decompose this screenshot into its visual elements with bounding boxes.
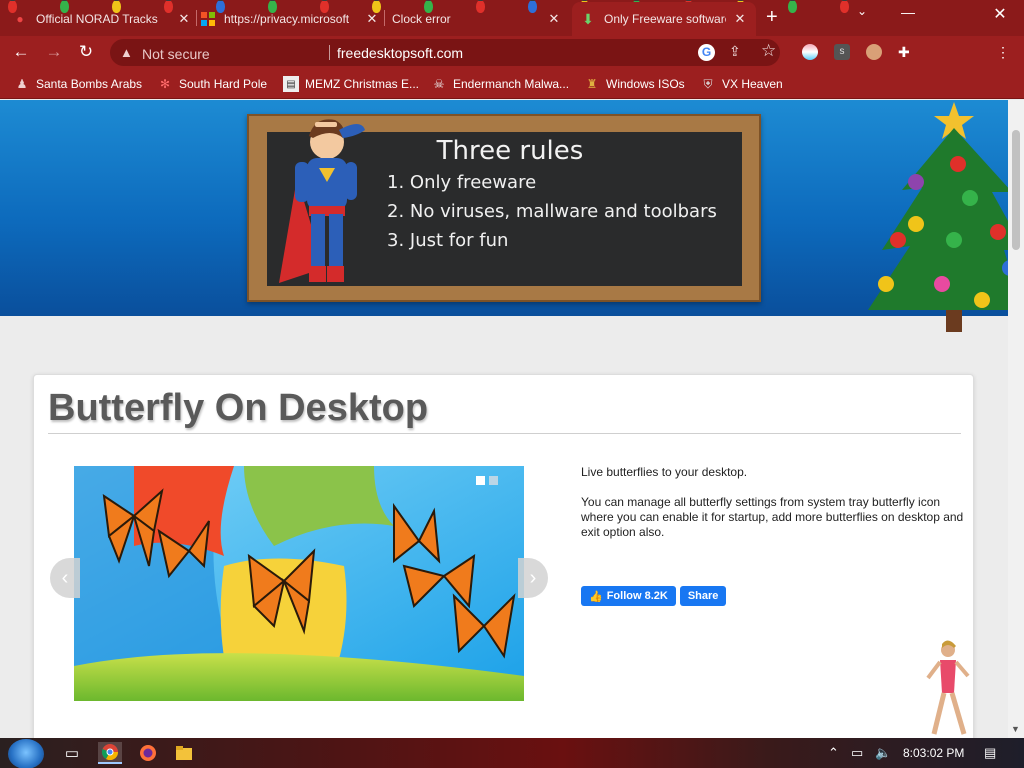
- scrollbar-thumb[interactable]: [1012, 130, 1020, 250]
- security-status-label[interactable]: Not secure: [142, 46, 210, 62]
- show-hidden-icons-chevron-icon[interactable]: ⌃: [828, 745, 839, 761]
- facebook-share-button[interactable]: Share: [679, 586, 727, 606]
- tab-microsoft-privacy[interactable]: https://privacy.microsoft ✕: [200, 6, 380, 32]
- slider-dot[interactable]: [489, 476, 498, 485]
- site-banner: Three rules 1. Only freeware 2. No virus…: [0, 100, 1008, 316]
- close-tab-icon[interactable]: ✕: [364, 11, 380, 27]
- reload-button[interactable]: ↻: [75, 42, 97, 62]
- close-tab-icon[interactable]: ✕: [176, 11, 192, 27]
- butterfly-screenshot-image: [74, 466, 524, 701]
- tab-clock-error[interactable]: Clock error ✕: [392, 6, 562, 32]
- windows-taskbar: ▭ ⌃ ▭ 🔈 8:03:02 PM ▤: [0, 738, 1024, 768]
- bookmark-label: South Hard Pole: [179, 77, 268, 91]
- tab-norad[interactable]: ● Official NORAD Tracks ✕: [12, 6, 192, 32]
- facebook-buttons: 👍 Follow 8.2K Share: [581, 586, 727, 606]
- share-icon[interactable]: ⇪: [729, 43, 741, 60]
- screenshot-slider[interactable]: [74, 466, 524, 701]
- slider-prev-arrow[interactable]: ‹: [50, 558, 80, 598]
- clock[interactable]: 8:03:02 PM: [903, 746, 964, 760]
- bookmark-label: MEMZ Christmas E...: [305, 77, 420, 91]
- bookmark-windows-isos[interactable]: ♜ Windows ISOs: [584, 76, 685, 92]
- follow-label: Follow 8.2K: [606, 590, 668, 602]
- bookmark-star-icon[interactable]: ☆: [761, 41, 776, 61]
- bookmark-vx-heaven[interactable]: ⛨ VX Heaven: [700, 76, 783, 92]
- tab-only-freeware[interactable]: ⬇ Only Freeware software ✕: [572, 2, 756, 36]
- rule-item: 3. Just for fun: [387, 230, 509, 251]
- close-tab-icon[interactable]: ✕: [546, 11, 562, 27]
- minimize-button[interactable]: —: [888, 4, 928, 20]
- description-paragraph: You can manage all butterfly settings fr…: [581, 495, 964, 539]
- extensions-puzzle-icon[interactable]: ✚: [898, 44, 914, 60]
- microsoft-icon: [200, 11, 216, 27]
- ornament-icon: ●: [16, 12, 24, 26]
- download-arrow-icon: ⬇: [582, 10, 594, 27]
- extension-flag-icon[interactable]: [802, 44, 818, 60]
- article-title: Butterfly On Desktop: [48, 387, 429, 429]
- description-paragraph: Live butterflies to your desktop.: [581, 465, 748, 479]
- shield-icon: ⛨: [703, 76, 713, 91]
- web-page: Three rules 1. Only freeware 2. No virus…: [0, 100, 1008, 738]
- scroll-down-icon[interactable]: ▼: [1011, 724, 1020, 734]
- new-tab-button[interactable]: +: [766, 6, 778, 28]
- browser-tab-strip: ● Official NORAD Tracks ✕ https://privac…: [0, 0, 1024, 36]
- share-label: Share: [687, 590, 719, 602]
- forward-button[interactable]: →: [43, 42, 65, 62]
- tab-title: Only Freeware software: [604, 12, 726, 26]
- firefox-taskbar-icon[interactable]: [136, 742, 160, 764]
- bookmark-endermanch-malware[interactable]: ☠ Endermanch Malwa...: [431, 76, 569, 92]
- start-button[interactable]: [8, 739, 44, 768]
- warning-icon[interactable]: ▲: [120, 45, 133, 60]
- facebook-follow-button[interactable]: 👍 Follow 8.2K: [581, 586, 676, 606]
- page-scrollbar[interactable]: ▼: [1008, 100, 1024, 738]
- page-icon: ▤: [283, 76, 299, 92]
- extension-s-icon[interactable]: s: [834, 44, 850, 60]
- volume-icon[interactable]: 🔈: [875, 745, 891, 761]
- superhero-mascot: [279, 119, 365, 283]
- bookmark-label: Windows ISOs: [606, 77, 685, 91]
- slider-next-arrow[interactable]: ›: [518, 558, 548, 598]
- bookmark-label: Endermanch Malwa...: [453, 77, 570, 91]
- tab-search-button[interactable]: ⌄: [842, 4, 882, 18]
- rule-item: 2. No viruses, mallware and toolbars: [387, 201, 717, 222]
- bookmark-label: VX Heaven: [722, 77, 783, 91]
- browser-toolbar: ← → ↻ ▲ Not secure freedesktopsoft.com G…: [0, 36, 1024, 68]
- network-icon[interactable]: ▭: [851, 745, 863, 761]
- file-explorer-icon[interactable]: [172, 742, 196, 764]
- bookmark-santa-bombs-arabs[interactable]: ♟ Santa Bombs Arabs: [14, 76, 142, 92]
- task-view-icon[interactable]: ▭: [60, 742, 84, 764]
- tab-title: https://privacy.microsoft: [224, 12, 350, 26]
- snowflake-icon: ✻: [159, 77, 171, 91]
- thumbs-up-icon: 👍: [589, 590, 603, 603]
- chrome-taskbar-icon[interactable]: [98, 742, 122, 764]
- bookmark-south-hard-pole[interactable]: ✻ South Hard Pole: [157, 76, 267, 92]
- close-window-button[interactable]: ✕: [980, 4, 1020, 24]
- back-button[interactable]: ←: [10, 42, 32, 62]
- close-tab-icon[interactable]: ✕: [732, 11, 748, 27]
- rule-item: 1. Only freeware: [387, 172, 537, 193]
- address-bar[interactable]: ▲ Not secure freedesktopsoft.com G ⇪ ☆: [110, 39, 780, 66]
- chalkboard: Three rules 1. Only freeware 2. No virus…: [247, 114, 761, 302]
- skull-icon: ☠: [433, 77, 445, 91]
- slider-dot-active[interactable]: [476, 476, 485, 485]
- dancer-figure-decoration: [926, 640, 970, 735]
- article-card: Butterfly On Desktop ‹ › Live butterflie…: [33, 374, 974, 738]
- google-icon[interactable]: G: [698, 44, 715, 61]
- action-center-icon[interactable]: ▤: [984, 745, 996, 761]
- christmas-tree-decoration: [868, 102, 1008, 332]
- tab-title: Clock error: [392, 12, 451, 26]
- menu-kebab-icon[interactable]: ⋮: [996, 44, 1012, 60]
- bookmark-memz-christmas[interactable]: ▤ MEMZ Christmas E...: [283, 76, 419, 92]
- bookmarks-bar: ♟ Santa Bombs Arabs ✻ South Hard Pole ▤ …: [0, 68, 1024, 99]
- profile-avatar-icon[interactable]: [866, 44, 882, 60]
- tab-title: Official NORAD Tracks: [36, 12, 158, 26]
- bookmark-label: Santa Bombs Arabs: [36, 77, 143, 91]
- article-description: Live butterflies to your desktop. You ca…: [581, 465, 966, 555]
- figure-icon: ♜: [586, 77, 598, 91]
- santa-icon: ♟: [16, 77, 28, 91]
- url-text[interactable]: freedesktopsoft.com: [337, 45, 463, 61]
- slider-dots: [476, 476, 498, 485]
